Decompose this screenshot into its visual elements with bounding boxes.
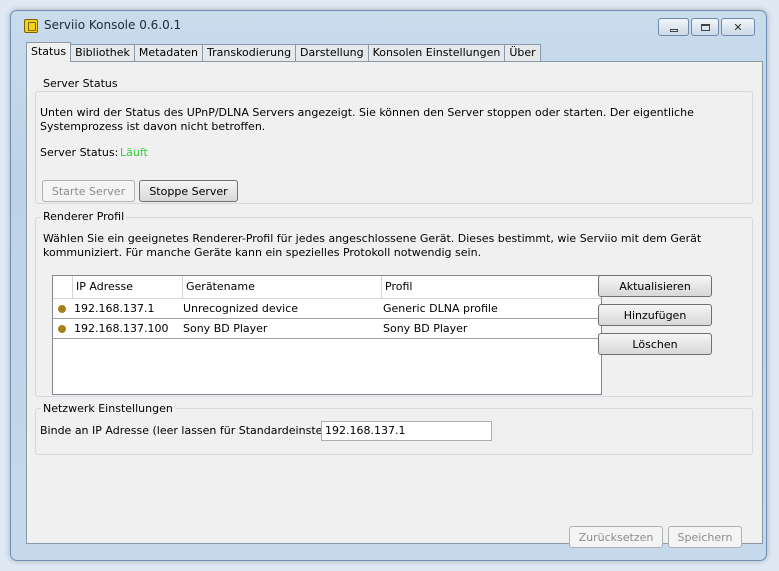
- row-device: Unrecognized device: [183, 302, 299, 315]
- status-dot-icon: [58, 305, 66, 313]
- row-profile: Generic DLNA profile: [383, 302, 498, 315]
- maximize-icon: [700, 23, 710, 31]
- column-header-profile[interactable]: Profil: [382, 276, 601, 298]
- column-header-ip[interactable]: IP Adresse: [73, 276, 183, 298]
- row-ip: 192.168.137.100: [74, 322, 169, 335]
- minimize-icon: [669, 28, 678, 32]
- row-device: Sony BD Player: [183, 322, 268, 335]
- tab-ueber[interactable]: Über: [504, 44, 541, 62]
- status-panel: Server Status Unten wird der Status des …: [26, 61, 763, 548]
- refresh-button[interactable]: Aktualisieren: [598, 275, 712, 297]
- tab-bibliothek[interactable]: Bibliothek: [70, 44, 135, 62]
- tab-bar: Status Bibliothek Metadaten Transkodieru…: [26, 42, 541, 62]
- add-renderer-button[interactable]: Hinzufügen: [598, 304, 712, 326]
- app-window: Serviio Konsole 0.6.0.1 ✕ Status Bibliot…: [10, 10, 767, 561]
- save-button[interactable]: Speichern: [668, 526, 742, 548]
- stop-server-button[interactable]: Stoppe Server: [139, 180, 238, 202]
- table-row[interactable]: 192.168.137.1 Unrecognized device Generi…: [53, 299, 601, 319]
- tab-metadaten[interactable]: Metadaten: [133, 44, 204, 62]
- window-title: Serviio Konsole 0.6.0.1: [44, 18, 182, 32]
- reset-button[interactable]: Zurücksetzen: [569, 526, 663, 548]
- delete-renderer-button[interactable]: Löschen: [598, 333, 712, 355]
- bind-ip-label: Binde an IP Adresse (leer lassen für Sta…: [40, 424, 358, 437]
- column-header-empty[interactable]: [53, 276, 73, 298]
- tab-darstellung[interactable]: Darstellung: [295, 44, 369, 62]
- row-profile: Sony BD Player: [383, 322, 468, 335]
- serviio-app-icon: [24, 19, 38, 33]
- status-dot-icon: [58, 325, 66, 333]
- tab-status[interactable]: Status: [26, 42, 72, 62]
- title-bar[interactable]: Serviio Konsole 0.6.0.1 ✕: [11, 11, 766, 41]
- maximize-button[interactable]: [691, 18, 719, 36]
- server-status-label: Server Status:: [40, 146, 119, 159]
- tab-transkodierung[interactable]: Transkodierung: [202, 44, 297, 62]
- table-row[interactable]: 192.168.137.100 Sony BD Player Sony BD P…: [53, 319, 601, 339]
- close-icon: ✕: [733, 20, 743, 34]
- server-status-description: Unten wird der Status des UPnP/DLNA Serv…: [40, 106, 694, 133]
- start-server-button[interactable]: Starte Server: [42, 180, 135, 202]
- close-button[interactable]: ✕: [721, 18, 755, 36]
- bind-ip-input[interactable]: 192.168.137.1: [321, 421, 492, 441]
- server-status-group-title: Server Status: [41, 77, 120, 90]
- table-header: IP Adresse Gerätename Profil: [53, 276, 601, 299]
- row-ip: 192.168.137.1: [74, 302, 155, 315]
- server-status-value: Läuft: [120, 146, 148, 159]
- column-header-device[interactable]: Gerätename: [183, 276, 382, 298]
- renderer-profile-group-title: Renderer Profil: [41, 210, 127, 223]
- renderer-table[interactable]: IP Adresse Gerätename Profil 192.168.137…: [52, 275, 602, 395]
- network-settings-group-title: Netzwerk Einstellungen: [41, 402, 175, 415]
- renderer-profile-description: Wählen Sie ein geeignetes Renderer-Profi…: [43, 232, 702, 259]
- tab-konsolen-einstellungen[interactable]: Konsolen Einstellungen: [367, 44, 506, 62]
- minimize-button[interactable]: [658, 18, 689, 36]
